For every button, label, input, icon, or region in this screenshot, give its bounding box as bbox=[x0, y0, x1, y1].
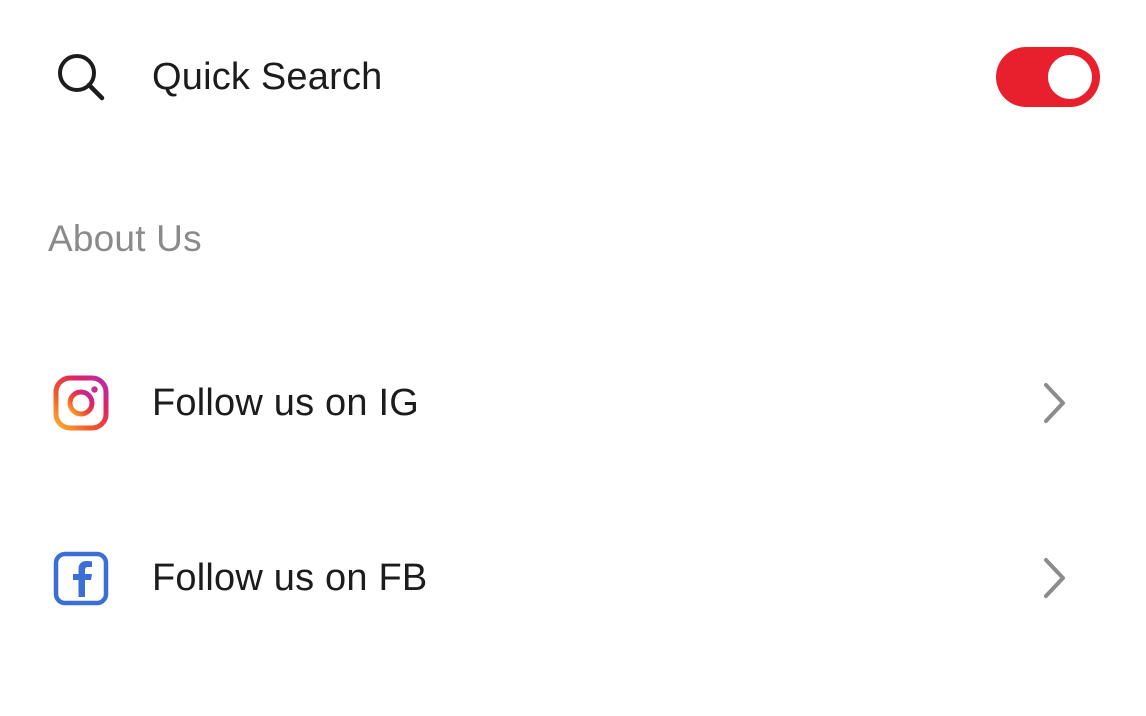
follow-fb-label: Follow us on FB bbox=[152, 556, 428, 599]
quick-search-label: Quick Search bbox=[152, 55, 383, 98]
quick-search-row[interactable]: Quick Search bbox=[0, 17, 1146, 137]
facebook-icon bbox=[52, 549, 110, 607]
follow-ig-row[interactable]: Follow us on IG bbox=[0, 343, 1146, 463]
follow-ig-label: Follow us on IG bbox=[152, 381, 419, 424]
toggle-knob bbox=[1048, 55, 1092, 99]
quick-search-toggle[interactable] bbox=[996, 47, 1100, 107]
chevron-right-icon bbox=[1034, 553, 1074, 603]
follow-fb-row[interactable]: Follow us on FB bbox=[0, 518, 1146, 638]
search-icon bbox=[52, 48, 110, 106]
instagram-icon bbox=[52, 374, 110, 432]
about-us-section-header: About Us bbox=[48, 218, 202, 259]
chevron-right-icon bbox=[1034, 378, 1074, 428]
